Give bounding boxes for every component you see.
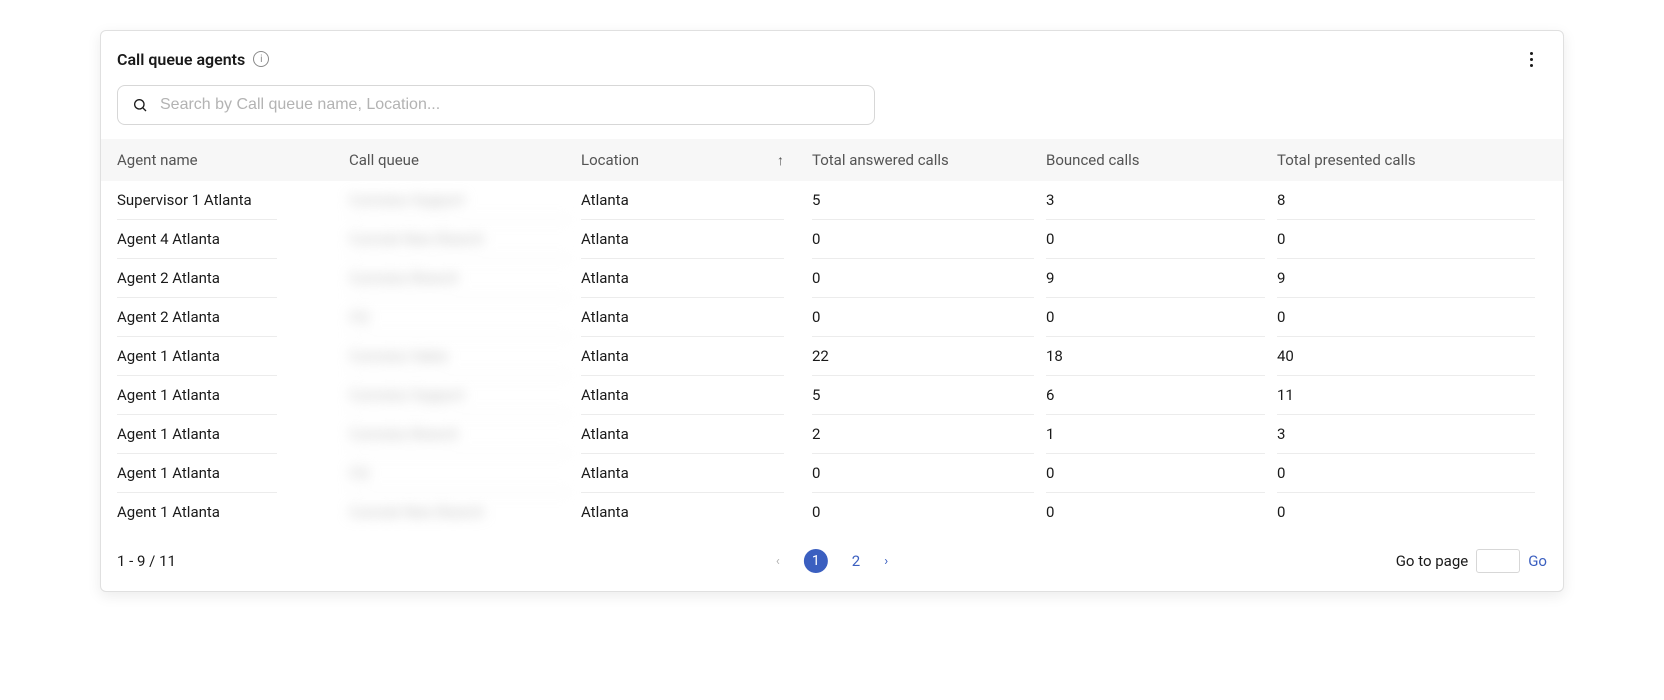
cell-total-answered: 0 bbox=[812, 259, 1034, 298]
pager-page-2[interactable]: 2 bbox=[852, 552, 860, 570]
cell-total-answered: 5 bbox=[812, 376, 1034, 415]
table-row: Supervisor 1 Atlanta Cumulus Support Atlan… bbox=[101, 181, 1563, 220]
cell-location: Atlanta bbox=[581, 259, 784, 298]
pagination-range: 1 - 9 / 11 bbox=[117, 552, 176, 570]
cell-total-answered: 0 bbox=[812, 493, 1034, 531]
cell-bounced: 1 bbox=[1046, 415, 1265, 454]
call-queue-agents-card: Call queue agents i Agent name Call queu… bbox=[100, 30, 1564, 592]
table-row: Agent 1 Atlanta Cumulus Support Atlanta 561… bbox=[101, 376, 1563, 415]
cell-location: Atlanta bbox=[581, 493, 784, 531]
kebab-menu-icon[interactable] bbox=[1519, 47, 1543, 71]
cell-call-queue: Cumule New Branch bbox=[349, 493, 569, 531]
goto-page-go[interactable]: Go bbox=[1528, 552, 1547, 570]
cell-call-queue: CQ bbox=[349, 298, 569, 337]
table-row: Agent 1 Atlanta Cumulus Branch Atlanta 213 bbox=[101, 415, 1563, 454]
cell-location: Atlanta bbox=[581, 376, 784, 415]
cell-agent-name: Agent 1 Atlanta bbox=[117, 376, 277, 415]
table-footer: 1 - 9 / 11 ‹ 1 2 › Go to page Go bbox=[101, 531, 1563, 573]
col-total-presented[interactable]: Total presented calls bbox=[1277, 151, 1547, 169]
cell-bounced: 0 bbox=[1046, 298, 1265, 337]
col-location-label: Location bbox=[581, 151, 639, 169]
cell-bounced: 6 bbox=[1046, 376, 1265, 415]
pager-next-icon[interactable]: › bbox=[884, 554, 888, 569]
cell-agent-name: Agent 2 Atlanta bbox=[117, 259, 277, 298]
cell-total-presented: 3 bbox=[1277, 415, 1535, 454]
cell-total-presented: 0 bbox=[1277, 454, 1535, 493]
pager-page-1[interactable]: 1 bbox=[804, 549, 828, 573]
goto-page-input[interactable] bbox=[1476, 549, 1520, 573]
cell-total-answered: 0 bbox=[812, 298, 1034, 337]
cell-total-answered: 2 bbox=[812, 415, 1034, 454]
pager-prev-icon[interactable]: ‹ bbox=[776, 554, 780, 569]
table-row: Agent 4 Atlanta Cumule New Branch Atlanta 0… bbox=[101, 220, 1563, 259]
table-header-row: Agent name Call queue Location ↑ Total a… bbox=[101, 139, 1563, 181]
page-title: Call queue agents bbox=[117, 50, 245, 69]
search-input[interactable] bbox=[160, 96, 860, 114]
agents-table: Agent name Call queue Location ↑ Total a… bbox=[101, 139, 1563, 531]
cell-agent-name: Agent 1 Atlanta bbox=[117, 454, 277, 493]
cell-location: Atlanta bbox=[581, 415, 784, 454]
cell-location: Atlanta bbox=[581, 337, 784, 376]
cell-total-answered: 0 bbox=[812, 220, 1034, 259]
cell-bounced: 0 bbox=[1046, 220, 1265, 259]
info-icon[interactable]: i bbox=[253, 51, 269, 67]
cell-call-queue: Cumulus Support bbox=[349, 181, 569, 220]
goto-page: Go to page Go bbox=[1396, 549, 1547, 573]
cell-bounced: 3 bbox=[1046, 181, 1265, 220]
sort-asc-icon[interactable]: ↑ bbox=[777, 152, 784, 169]
cell-call-queue: Cumulus Branch bbox=[349, 259, 569, 298]
cell-agent-name: Agent 2 Atlanta bbox=[117, 298, 277, 337]
cell-bounced: 9 bbox=[1046, 259, 1265, 298]
cell-total-presented: 0 bbox=[1277, 493, 1535, 531]
search-wrap bbox=[101, 85, 1563, 139]
cell-total-presented: 8 bbox=[1277, 181, 1535, 220]
card-header: Call queue agents i bbox=[101, 47, 1563, 85]
cell-agent-name: Agent 4 Atlanta bbox=[117, 220, 277, 259]
cell-call-queue: Cumulus Sales bbox=[349, 337, 569, 376]
table-body: Supervisor 1 Atlanta Cumulus Support Atlan… bbox=[101, 181, 1563, 531]
cell-location: Atlanta bbox=[581, 298, 784, 337]
cell-bounced: 18 bbox=[1046, 337, 1265, 376]
cell-call-queue: CQ bbox=[349, 454, 569, 493]
col-total-answered[interactable]: Total answered calls bbox=[812, 151, 1046, 169]
col-call-queue[interactable]: Call queue bbox=[349, 151, 581, 169]
col-location[interactable]: Location ↑ bbox=[581, 151, 812, 169]
col-bounced-calls[interactable]: Bounced calls bbox=[1046, 151, 1277, 169]
cell-total-presented: 9 bbox=[1277, 259, 1535, 298]
cell-total-answered: 0 bbox=[812, 454, 1034, 493]
pager: ‹ 1 2 › bbox=[776, 549, 888, 573]
cell-agent-name: Agent 1 Atlanta bbox=[117, 493, 277, 531]
header-left: Call queue agents i bbox=[117, 50, 269, 69]
table-row: Agent 2 AtlantaCQAtlanta000 bbox=[101, 298, 1563, 337]
cell-location: Atlanta bbox=[581, 454, 784, 493]
table-row: Agent 1 AtlantaCQAtlanta000 bbox=[101, 454, 1563, 493]
cell-location: Atlanta bbox=[581, 181, 784, 220]
cell-call-queue: Cumulus Support bbox=[349, 376, 569, 415]
cell-agent-name: Agent 1 Atlanta bbox=[117, 415, 277, 454]
table-row: Agent 1 Atlanta Cumule New Branch Atlanta 0… bbox=[101, 493, 1563, 531]
cell-total-answered: 5 bbox=[812, 181, 1034, 220]
cell-agent-name: Agent 1 Atlanta bbox=[117, 337, 277, 376]
cell-agent-name: Supervisor 1 Atlanta bbox=[117, 181, 277, 220]
cell-call-queue: Cumule New Branch bbox=[349, 220, 569, 259]
cell-call-queue: Cumulus Branch bbox=[349, 415, 569, 454]
cell-location: Atlanta bbox=[581, 220, 784, 259]
search-box[interactable] bbox=[117, 85, 875, 125]
cell-total-presented: 40 bbox=[1277, 337, 1535, 376]
cell-total-presented: 0 bbox=[1277, 220, 1535, 259]
goto-page-label: Go to page bbox=[1396, 552, 1469, 570]
cell-total-presented: 0 bbox=[1277, 298, 1535, 337]
table-row: Agent 2 AtlantaCumulus BranchAtlanta099 bbox=[101, 259, 1563, 298]
search-icon bbox=[132, 97, 148, 113]
cell-total-answered: 22 bbox=[812, 337, 1034, 376]
cell-bounced: 0 bbox=[1046, 493, 1265, 531]
cell-bounced: 0 bbox=[1046, 454, 1265, 493]
cell-total-presented: 11 bbox=[1277, 376, 1535, 415]
table-row: Agent 1 Atlanta Cumulus Sales Atlanta 22 18 4… bbox=[101, 337, 1563, 376]
col-agent-name[interactable]: Agent name bbox=[117, 151, 349, 169]
